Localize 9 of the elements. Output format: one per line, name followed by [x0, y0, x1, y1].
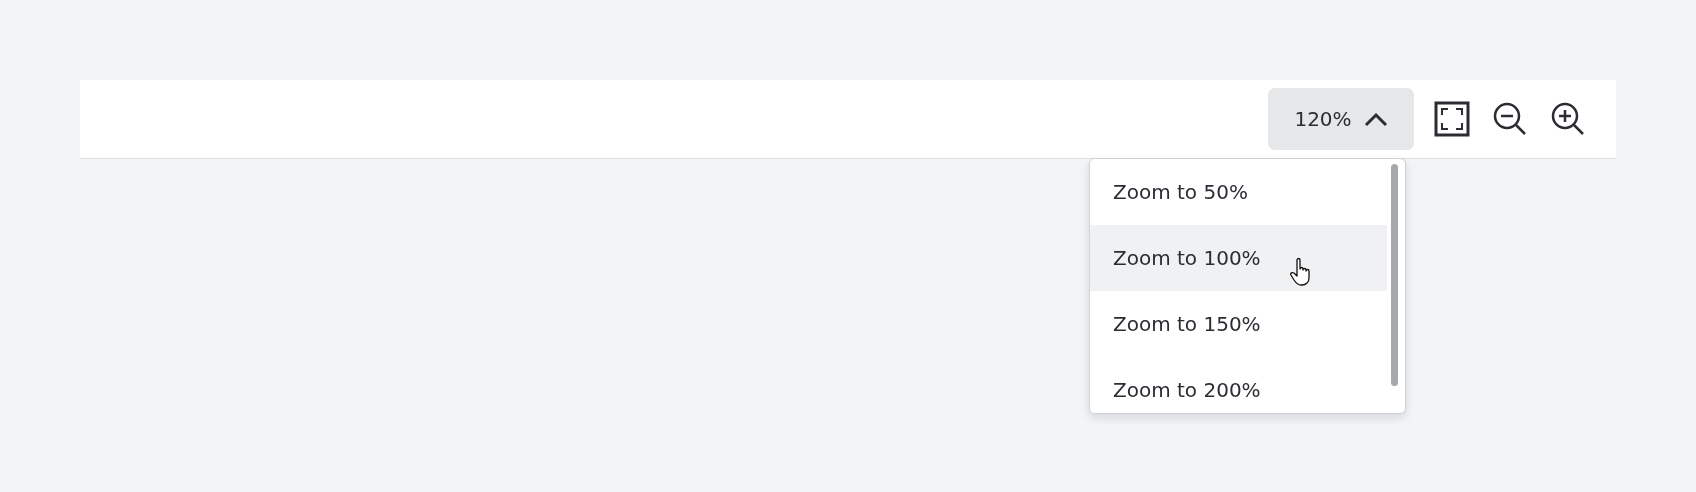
scrollbar[interactable] [1391, 164, 1398, 386]
menu-item[interactable]: Zoom to 50% [1090, 159, 1387, 225]
menu-item[interactable]: Zoom to 200% [1090, 357, 1387, 413]
zoom-out-icon [1492, 101, 1528, 137]
fullscreen-button[interactable] [1432, 99, 1472, 139]
menu-item[interactable]: Zoom to 100% [1090, 225, 1387, 291]
fullscreen-icon [1434, 101, 1470, 137]
zoom-in-icon [1550, 101, 1586, 137]
zoom-level-button[interactable]: 120% [1268, 88, 1414, 150]
